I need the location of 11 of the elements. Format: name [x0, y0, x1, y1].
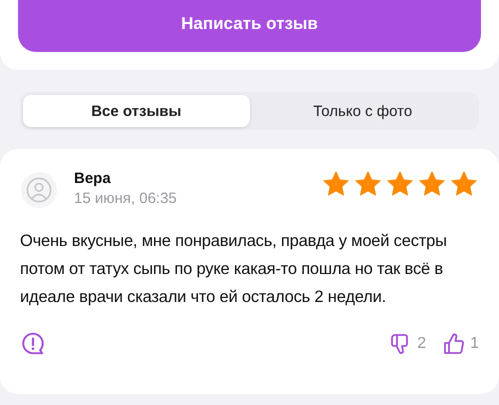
report-icon[interactable]: [20, 331, 46, 357]
avatar-icon: [20, 171, 58, 209]
filter-tab[interactable]: Все отзывы: [23, 95, 250, 127]
review-date: 15 июня, 06:35: [74, 189, 178, 209]
author-name: Вера: [74, 169, 112, 189]
filter-tab[interactable]: Только с фото: [250, 95, 476, 127]
thumbs-up-icon[interactable]: [442, 332, 466, 356]
review-text: Очень вкусные, мне понравилась, правда у моей сестры потом от татух сыпь по руке какая-то пошла но так всё в идеале врачи сказали что ей осталось 2 недели.: [20, 231, 448, 308]
like-count: 1: [470, 335, 479, 353]
dislike-count: 2: [417, 335, 426, 353]
write-review-button[interactable]: Написать отзыв: [18, 0, 481, 52]
